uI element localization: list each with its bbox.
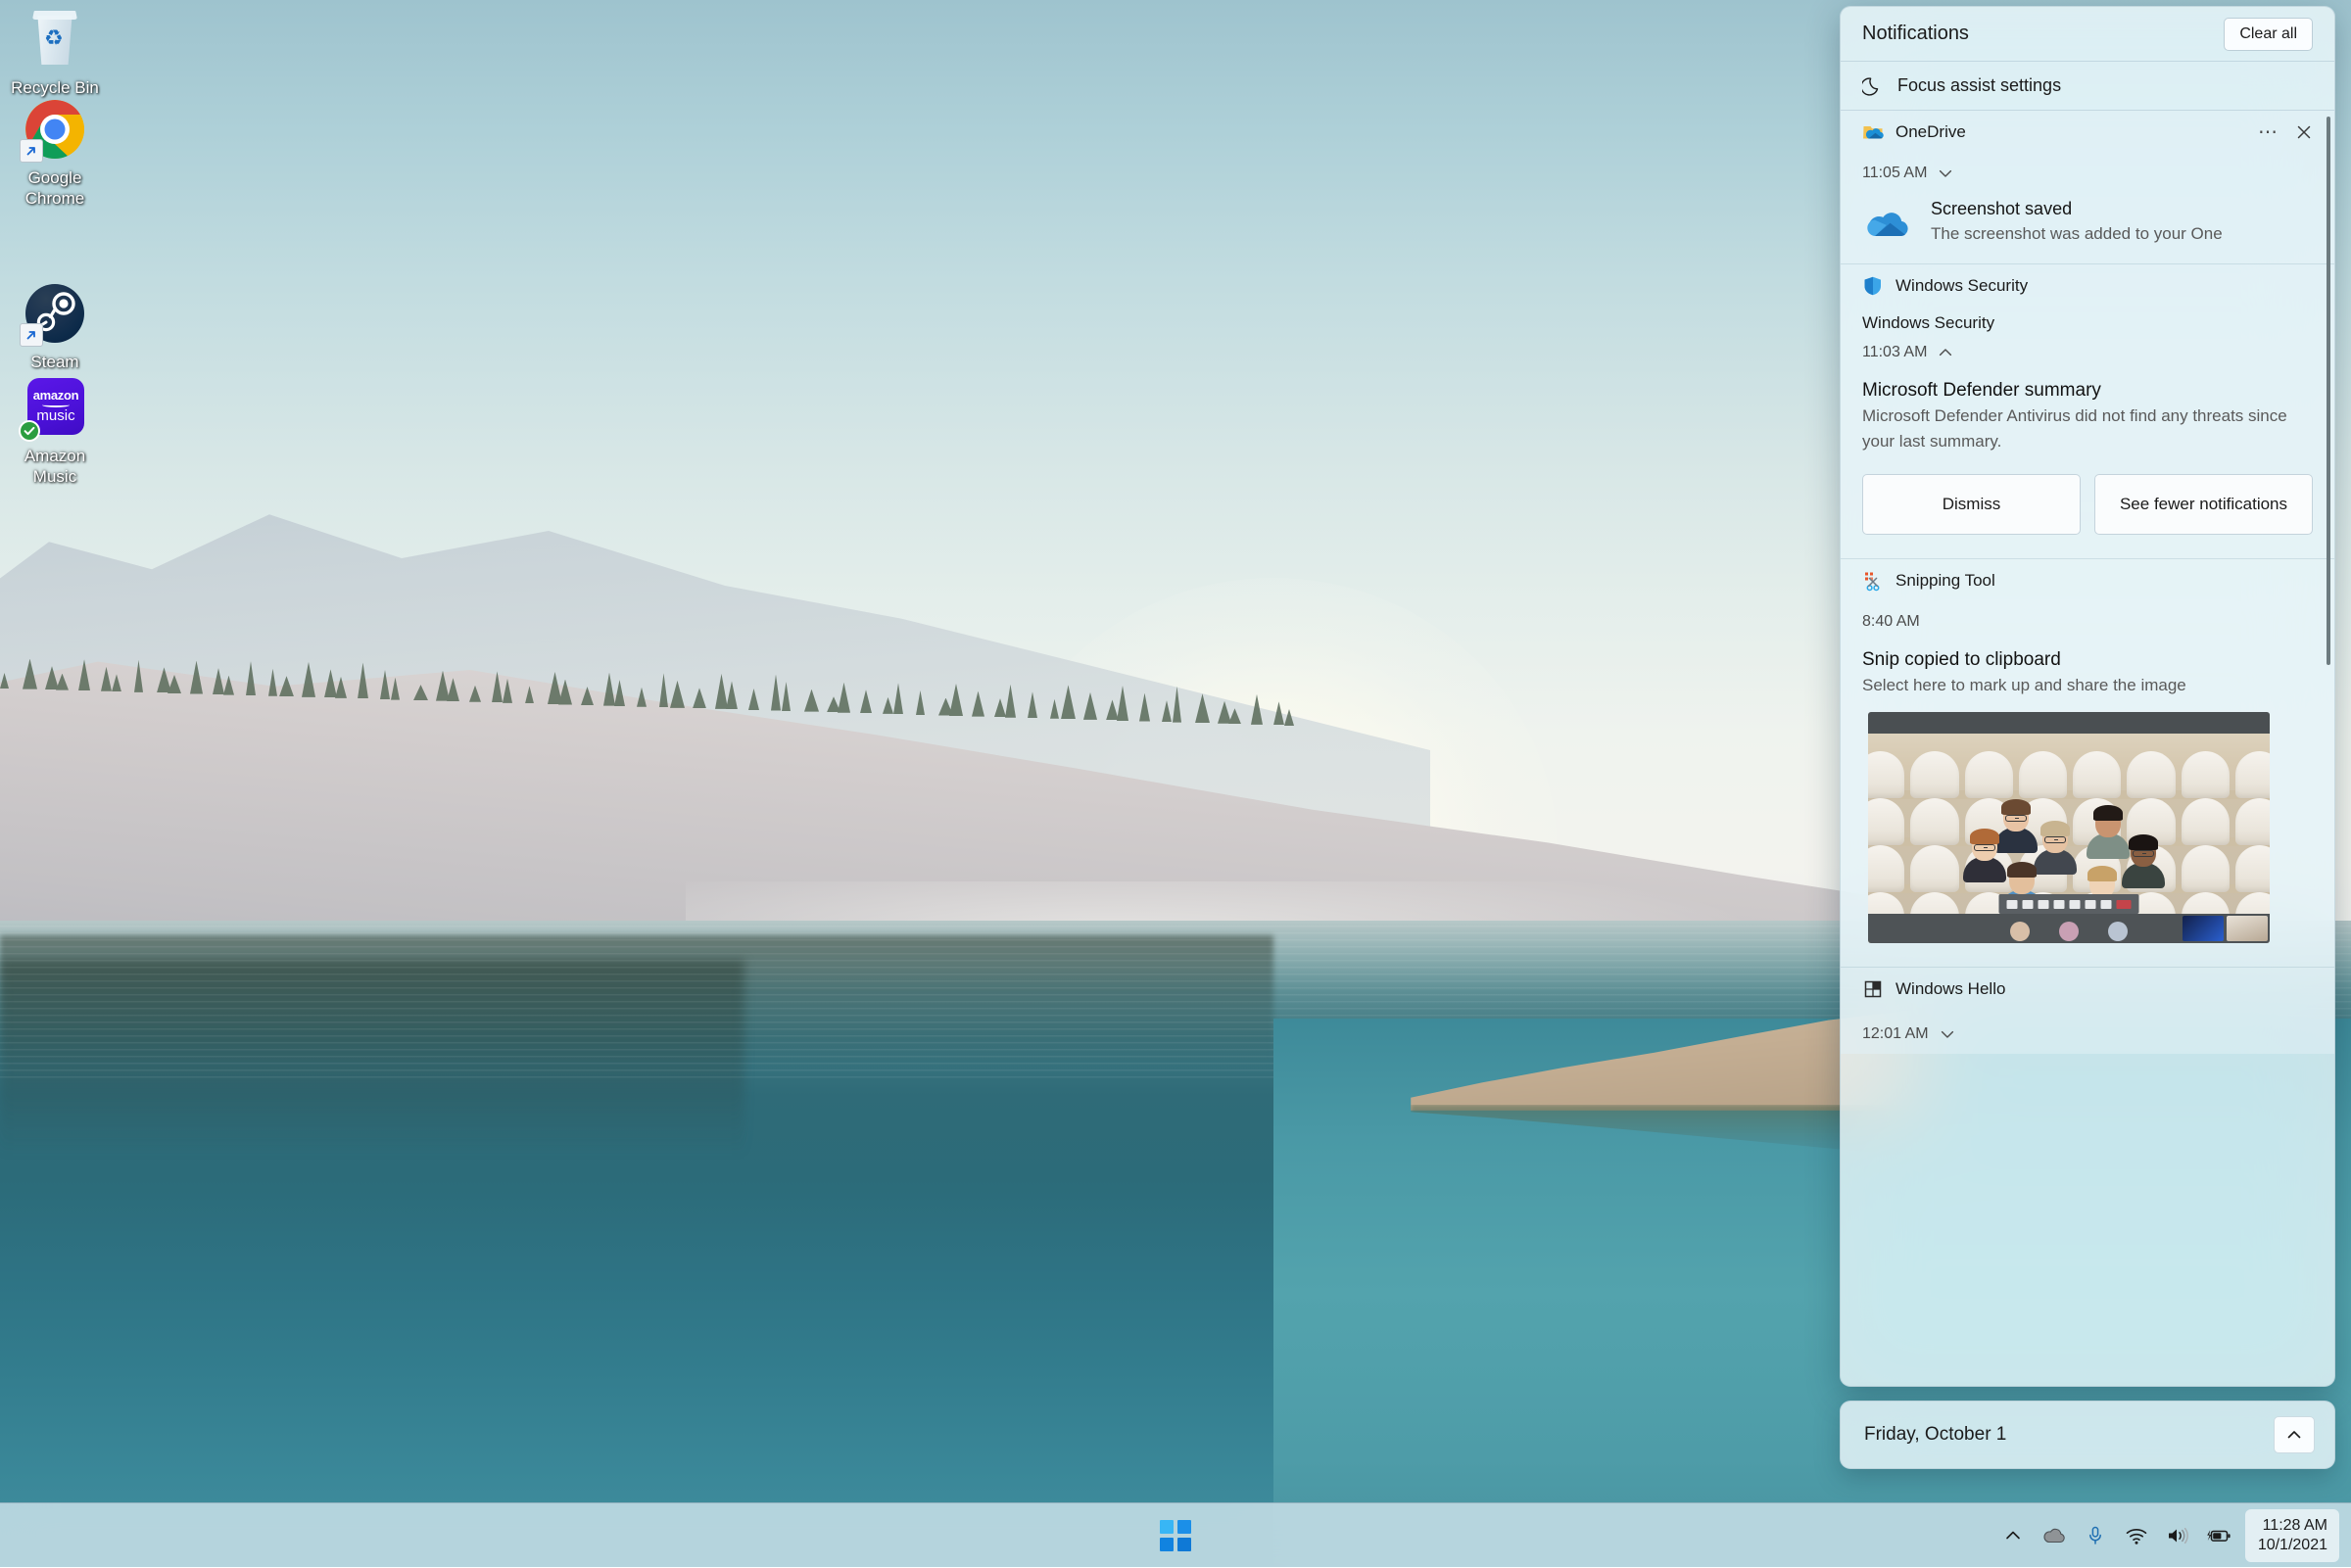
- notification-time: 11:03 AM: [1862, 344, 1927, 361]
- notification-time: 11:05 AM: [1862, 165, 1927, 182]
- desktop-icon-recycle-bin[interactable]: ♻ Recycle Bin: [0, 8, 113, 98]
- steam-icon: [24, 282, 86, 345]
- notification-group-windows-hello[interactable]: Windows Hello 12:01 AM: [1841, 968, 2334, 1054]
- teams-controls-bar: [1999, 894, 2139, 914]
- wallpaper-treeline: [0, 573, 1371, 710]
- amazon-wordmark: amazon: [33, 389, 79, 402]
- notification-app-row: OneDrive ⋯: [1841, 111, 2334, 154]
- notification-content[interactable]: Screenshot saved The screenshot was adde…: [1841, 187, 2334, 254]
- notification-headline: Microsoft Defender summary: [1862, 378, 2313, 404]
- chrome-icon: [24, 98, 86, 161]
- notification-time-row[interactable]: 11:03 AM: [1841, 333, 2334, 366]
- notification-time: 8:40 AM: [1862, 613, 1920, 631]
- focus-assist-label: Focus assist settings: [1897, 75, 2061, 96]
- amazon-music-icon: amazon music: [24, 376, 86, 439]
- volume-tray-icon[interactable]: [2157, 1511, 2198, 1560]
- shortcut-arrow-icon: [20, 139, 43, 163]
- desktop-icon-label: Google Chrome: [1, 167, 109, 209]
- notification-subtext: The screenshot was added to your One: [1931, 222, 2313, 246]
- notification-time-row[interactable]: 11:05 AM: [1841, 154, 2334, 187]
- shortcut-arrow-icon: [20, 323, 43, 347]
- notification-group-onedrive[interactable]: OneDrive ⋯ 11:05 AM: [1841, 111, 2334, 264]
- notification-group-windows-security[interactable]: Windows Security Windows Security 11:03 …: [1841, 264, 2334, 559]
- notification-actions: Dismiss See fewer notifications: [1841, 456, 2334, 548]
- show-hidden-icons-button[interactable]: [1992, 1511, 2034, 1560]
- windows-logo-icon: [1160, 1520, 1191, 1551]
- desktop-icon-label: Amazon Music: [1, 446, 109, 487]
- moon-icon: [1862, 75, 1884, 97]
- taskbar[interactable]: 11:28 AM 10/1/2021: [0, 1502, 2351, 1567]
- see-fewer-notifications-button[interactable]: See fewer notifications: [2094, 474, 2313, 535]
- clear-all-button[interactable]: Clear all: [2224, 18, 2313, 51]
- snipping-tool-icon: [1862, 570, 1884, 592]
- notification-headline: Snip copied to clipboard: [1862, 647, 2313, 673]
- onedrive-folder-icon: [1862, 121, 1884, 143]
- snip-preview-thumbnail[interactable]: [1868, 712, 2270, 943]
- app-name: OneDrive: [1895, 122, 2244, 142]
- notification-header: Notifications Clear all: [1841, 7, 2334, 62]
- clock-date: 10/1/2021: [2258, 1536, 2327, 1555]
- focus-assist-settings-row[interactable]: Focus assist settings: [1841, 62, 2334, 111]
- calendar-date-label: Friday, October 1: [1864, 1424, 2006, 1446]
- calendar-expand-button[interactable]: [2274, 1416, 2315, 1453]
- desktop-icon-label: Steam: [30, 352, 78, 372]
- close-icon[interactable]: [2293, 121, 2315, 143]
- notification-scrollbar[interactable]: [2327, 117, 2330, 665]
- network-wifi-tray-icon[interactable]: [2116, 1511, 2157, 1560]
- onedrive-tray-icon[interactable]: [2034, 1511, 2075, 1560]
- notification-app-row: Windows Hello: [1841, 968, 2334, 1011]
- chevron-down-icon[interactable]: [1939, 1025, 1956, 1043]
- recycle-bin-icon: ♻: [24, 8, 86, 71]
- onedrive-sync-check-icon: [19, 420, 40, 442]
- notifications-title: Notifications: [1862, 23, 1969, 45]
- dismiss-button[interactable]: Dismiss: [1862, 474, 2081, 535]
- notification-group-snipping-tool[interactable]: Snipping Tool 8:40 AM Snip copied to cli…: [1841, 559, 2334, 968]
- notification-text: Screenshot saved The screenshot was adde…: [1931, 197, 2313, 248]
- app-name: Windows Security: [1895, 276, 2315, 296]
- notification-time: 12:01 AM: [1862, 1025, 1929, 1043]
- chevron-up-icon[interactable]: [1937, 344, 1954, 361]
- teams-avatar-row: [2010, 922, 2128, 941]
- calendar-card[interactable]: Friday, October 1: [1840, 1401, 2335, 1469]
- desktop-icon-steam[interactable]: Steam: [0, 282, 113, 372]
- notification-app-row: Windows Security: [1841, 264, 2334, 308]
- notification-more-options-button[interactable]: ⋯: [2244, 127, 2293, 137]
- desktop-icon-label: Recycle Bin: [11, 77, 99, 98]
- notification-headline: Screenshot saved: [1931, 197, 2313, 220]
- music-wordmark: music: [36, 408, 74, 424]
- notification-time-row: 8:40 AM: [1841, 602, 2334, 636]
- notification-subtext: Microsoft Defender Antivirus did not fin…: [1862, 404, 2313, 454]
- notification-subtext: Select here to mark up and share the ima…: [1862, 673, 2313, 698]
- notification-source-name: Windows Security: [1841, 308, 2334, 333]
- taskbar-clock[interactable]: 11:28 AM 10/1/2021: [2245, 1509, 2339, 1562]
- app-name: Snipping Tool: [1895, 571, 2315, 591]
- battery-charging-tray-icon[interactable]: [2198, 1511, 2239, 1560]
- microphone-tray-icon[interactable]: [2075, 1511, 2116, 1560]
- taskbar-center-group: [1149, 1510, 1202, 1561]
- chevron-down-icon[interactable]: [1937, 165, 1954, 182]
- notification-panel[interactable]: Notifications Clear all Focus assist set…: [1840, 6, 2335, 1387]
- notification-time-row[interactable]: 12:01 AM: [1841, 1011, 2334, 1044]
- start-button[interactable]: [1149, 1510, 1202, 1561]
- notification-list[interactable]: OneDrive ⋯ 11:05 AM: [1841, 111, 2334, 1386]
- shield-icon: [1862, 275, 1884, 297]
- app-name: Windows Hello: [1895, 979, 2315, 999]
- notification-content[interactable]: Microsoft Defender summary Microsoft Def…: [1841, 366, 2334, 456]
- notification-center[interactable]: Notifications Clear all Focus assist set…: [1840, 6, 2335, 1493]
- onedrive-cloud-icon: [1862, 197, 1913, 248]
- windows-hello-icon: [1862, 978, 1884, 1000]
- notification-content[interactable]: Snip copied to clipboard Select here to …: [1841, 636, 2334, 700]
- desktop-icon-amazon-music[interactable]: amazon music Amazon Music: [0, 376, 113, 487]
- clock-time: 11:28 AM: [2263, 1516, 2327, 1536]
- notification-app-row: Snipping Tool: [1841, 559, 2334, 602]
- system-tray[interactable]: 11:28 AM 10/1/2021: [1992, 1503, 2351, 1568]
- desktop-icon-google-chrome[interactable]: Google Chrome: [0, 98, 113, 209]
